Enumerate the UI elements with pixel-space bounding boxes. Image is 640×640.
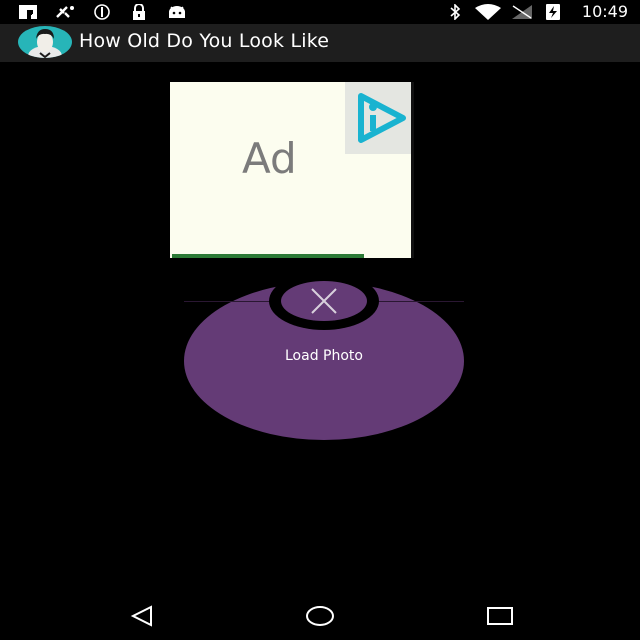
app-bar: How Old Do You Look Like [0, 24, 640, 62]
satellite-icon [54, 4, 78, 20]
android-icon [166, 4, 188, 20]
ad-banner[interactable]: Ad [170, 82, 414, 258]
lock-icon [130, 4, 148, 20]
ad-choices-icon[interactable] [345, 82, 411, 154]
navigation-bar [0, 590, 640, 640]
battery-charging-icon [544, 4, 562, 20]
status-bar: 10:49 [0, 0, 640, 24]
page-title: How Old Do You Look Like [79, 30, 330, 52]
face-avatar-icon [18, 26, 72, 58]
recents-icon[interactable] [484, 604, 516, 628]
close-icon [311, 288, 337, 314]
facebook-icon [18, 4, 38, 20]
signal-icon [511, 4, 533, 20]
status-time: 10:49 [581, 2, 628, 21]
wifi-icon [474, 4, 502, 20]
bluetooth-icon [447, 4, 463, 20]
ad-bottom-bar [172, 254, 364, 258]
load-photo-label: Load Photo [285, 348, 363, 364]
home-icon[interactable] [304, 604, 336, 628]
ad-label: Ad [242, 134, 297, 183]
main-content: Load Photo Ad [0, 62, 640, 590]
sync-icon [92, 4, 112, 20]
back-icon[interactable] [126, 604, 158, 628]
